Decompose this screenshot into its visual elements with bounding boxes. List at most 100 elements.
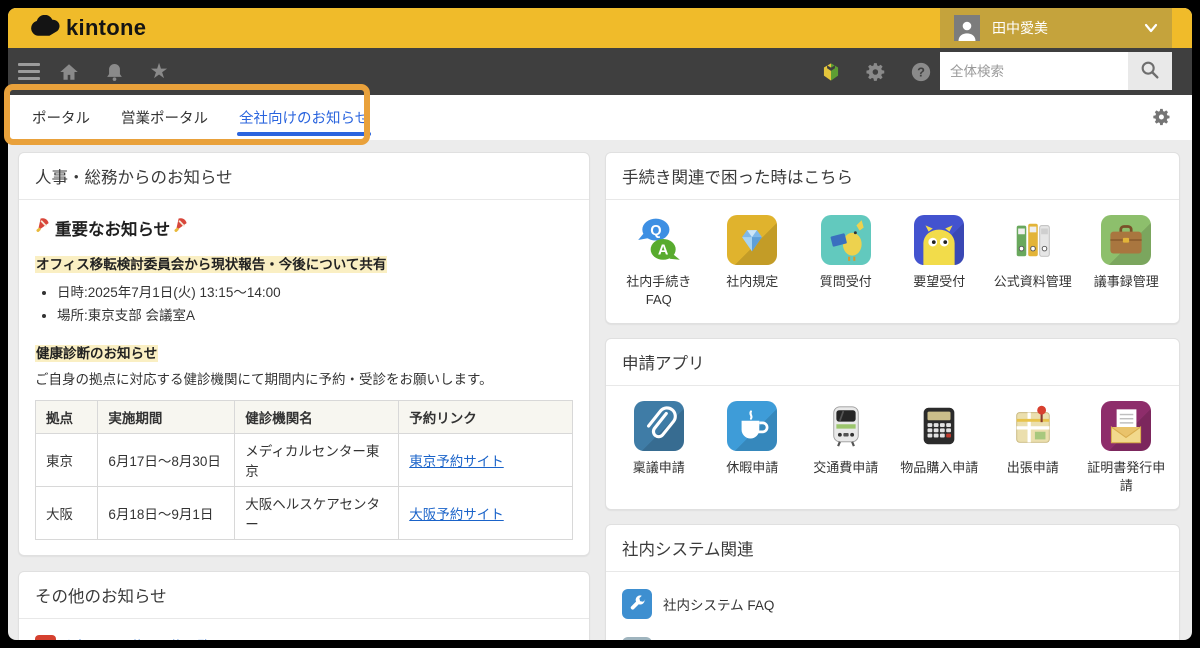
wrench-icon	[622, 589, 652, 619]
user-menu[interactable]: 田中愛美	[940, 8, 1172, 48]
svg-text:A: A	[658, 243, 669, 259]
app-question-desk[interactable]: 質問受付	[799, 215, 893, 308]
meeting-place: 場所:東京支部 会議室A	[57, 305, 573, 327]
panel-title: 社内システム関連	[606, 525, 1179, 572]
portal-tab-bar: ポータル 営業ポータル 全社向けのお知らせ	[8, 95, 1192, 140]
procedures-panel: 手続き関連で困った時はこちら Q A	[605, 152, 1180, 324]
svg-text:Q: Q	[650, 223, 661, 239]
col-period: 実施期間	[98, 400, 235, 433]
home-icon[interactable]	[56, 59, 82, 85]
beginner-guide-icon[interactable]	[818, 59, 844, 85]
table-row: 大阪 6月18日〜9月1日 大阪ヘルスケアセンター 大阪予約サイト	[36, 486, 573, 539]
pc-monitor-icon	[622, 637, 652, 640]
svg-text:?: ?	[917, 64, 925, 79]
announce-emoji-icon	[173, 217, 190, 239]
app-minutes[interactable]: 議事録管理	[1080, 215, 1174, 308]
portal-content: 人事・総務からのお知らせ 重要なお知らせ オフィス移転検討委員会から現状報告・今…	[8, 140, 1192, 640]
kintone-cloud-icon	[30, 15, 60, 42]
paperclip-icon	[634, 401, 684, 451]
office-move-details: 日時:2025年7月1日(火) 13:15〜14:00 場所:東京支部 会議室A	[35, 282, 573, 327]
cell-organization: メディカルセンター東京	[235, 433, 399, 486]
app-request-desk[interactable]: 要望受付	[893, 215, 987, 308]
panel-title: 人事・総務からのお知らせ	[19, 153, 589, 200]
news-app-link[interactable]: お知らせ配信:	[64, 635, 148, 640]
user-name: 田中愛美	[992, 18, 1048, 38]
news-view-link[interactable]: 配信一覧	[156, 635, 210, 640]
table-header-row: 拠点 実施期間 健診機関名 予約リンク	[36, 400, 573, 433]
panel-title: その他のお知らせ	[19, 572, 589, 619]
kintone-logo[interactable]: kintone	[30, 15, 146, 42]
health-check-description: ご自身の拠点に対応する健診機関にて期間内に予約・受診をお願いします。	[35, 369, 573, 391]
app-official-docs[interactable]: 公式資料管理	[986, 215, 1080, 308]
coffee-cup-icon	[727, 401, 777, 451]
col-reservation-link: 予約リンク	[399, 400, 573, 433]
gem-icon	[727, 215, 777, 265]
application-apps-panel: 申請アプリ 稟議申請	[605, 338, 1180, 510]
right-column: 手続き関連で困った時はこちら Q A	[605, 152, 1180, 640]
notifications-bell-icon[interactable]	[101, 59, 127, 85]
screen: kintone 田中愛美 ★	[8, 8, 1192, 640]
app-business-trip[interactable]: 出張申請	[986, 401, 1080, 494]
system-links-list: 社内システム FAQ IT相談窓口	[606, 572, 1179, 640]
map-pin-icon	[1008, 401, 1058, 451]
menu-icon[interactable]	[18, 63, 40, 80]
user-avatar-icon	[954, 15, 980, 41]
app-grid: Q A 社内手続きFAQ	[606, 200, 1179, 323]
it-helpdesk-item[interactable]: IT相談窓口	[606, 628, 1179, 640]
yellow-character-icon	[914, 215, 964, 265]
send-app-icon	[35, 635, 56, 640]
col-site: 拠点	[36, 400, 98, 433]
health-check-table: 拠点 実施期間 健診機関名 予約リンク 東京 6月17日〜8月30日	[35, 400, 573, 540]
calculator-icon	[914, 401, 964, 451]
col-organization: 健診機関名	[235, 400, 399, 433]
osaka-reservation-link[interactable]: 大阪予約サイト	[409, 507, 504, 522]
cell-organization: 大阪ヘルスケアセンター	[235, 486, 399, 539]
window-frame: kintone 田中愛美 ★	[0, 0, 1200, 648]
tab-portal[interactable]: ポータル	[30, 95, 92, 140]
app-purchase-request[interactable]: 物品購入申請	[893, 401, 987, 494]
tab-sales-portal[interactable]: 営業ポータル	[119, 95, 210, 140]
health-check-title: 健康診断のお知らせ	[35, 345, 158, 362]
app-transport-expense[interactable]: 交通費申請	[799, 401, 893, 494]
panel-title: 申請アプリ	[606, 339, 1179, 386]
cell-site: 東京	[36, 433, 98, 486]
briefcase-icon	[1101, 215, 1151, 265]
global-toolbar: ★ ?	[8, 48, 1192, 95]
system-item-label: 社内システム FAQ	[663, 594, 774, 614]
panel-title: 手続き関連で困った時はこちら	[606, 153, 1179, 200]
cell-site: 大阪	[36, 486, 98, 539]
envelope-letter-icon	[1101, 401, 1151, 451]
qa-bubbles-icon: Q A	[634, 215, 684, 265]
other-news-panel: その他のお知らせ お知らせ配信: 配信一覧 1 - 3(3件中)	[18, 571, 590, 640]
tokyo-reservation-link[interactable]: 東京予約サイト	[409, 454, 504, 469]
app-internal-rules[interactable]: 社内規定	[706, 215, 800, 308]
help-icon[interactable]: ?	[908, 59, 934, 85]
app-certificate-issue[interactable]: 証明書発行申請	[1080, 401, 1174, 494]
binders-icon	[1008, 215, 1058, 265]
app-grid: 稟議申請 休暇申請	[606, 386, 1179, 509]
favorites-star-icon[interactable]: ★	[146, 59, 172, 85]
app-vacation-request[interactable]: 休暇申請	[706, 401, 800, 494]
bird-laptop-icon	[821, 215, 871, 265]
tab-company-news[interactable]: 全社向けのお知らせ	[237, 95, 371, 140]
search-input[interactable]	[940, 52, 1128, 90]
chevron-down-icon	[1144, 20, 1158, 36]
app-internal-procedures-faq[interactable]: Q A 社内手続きFAQ	[612, 215, 706, 308]
app-ringi-request[interactable]: 稟議申請	[612, 401, 706, 494]
gear-icon[interactable]	[863, 59, 889, 85]
cell-period: 6月18日〜9月1日	[98, 486, 235, 539]
cell-period: 6月17日〜8月30日	[98, 433, 235, 486]
news-app-row: お知らせ配信: 配信一覧	[35, 635, 573, 640]
search-button[interactable]	[1128, 52, 1172, 90]
important-notice-heading: 重要なお知らせ	[35, 216, 573, 240]
app-header: kintone 田中愛美	[8, 8, 1192, 48]
meeting-datetime: 日時:2025年7月1日(火) 13:15〜14:00	[57, 282, 573, 304]
internal-systems-panel: 社内システム関連 社内システム FAQ IT相談窓口	[605, 524, 1180, 640]
left-column: 人事・総務からのお知らせ 重要なお知らせ オフィス移転検討委員会から現状報告・今…	[18, 152, 590, 640]
magnifier-icon	[1139, 59, 1161, 84]
logo-text: kintone	[66, 15, 146, 41]
portal-settings-gear-icon[interactable]	[1152, 107, 1172, 132]
system-faq-item[interactable]: 社内システム FAQ	[606, 580, 1179, 628]
global-search	[940, 52, 1172, 90]
hr-notice-panel: 人事・総務からのお知らせ 重要なお知らせ オフィス移転検討委員会から現状報告・今…	[18, 152, 590, 556]
